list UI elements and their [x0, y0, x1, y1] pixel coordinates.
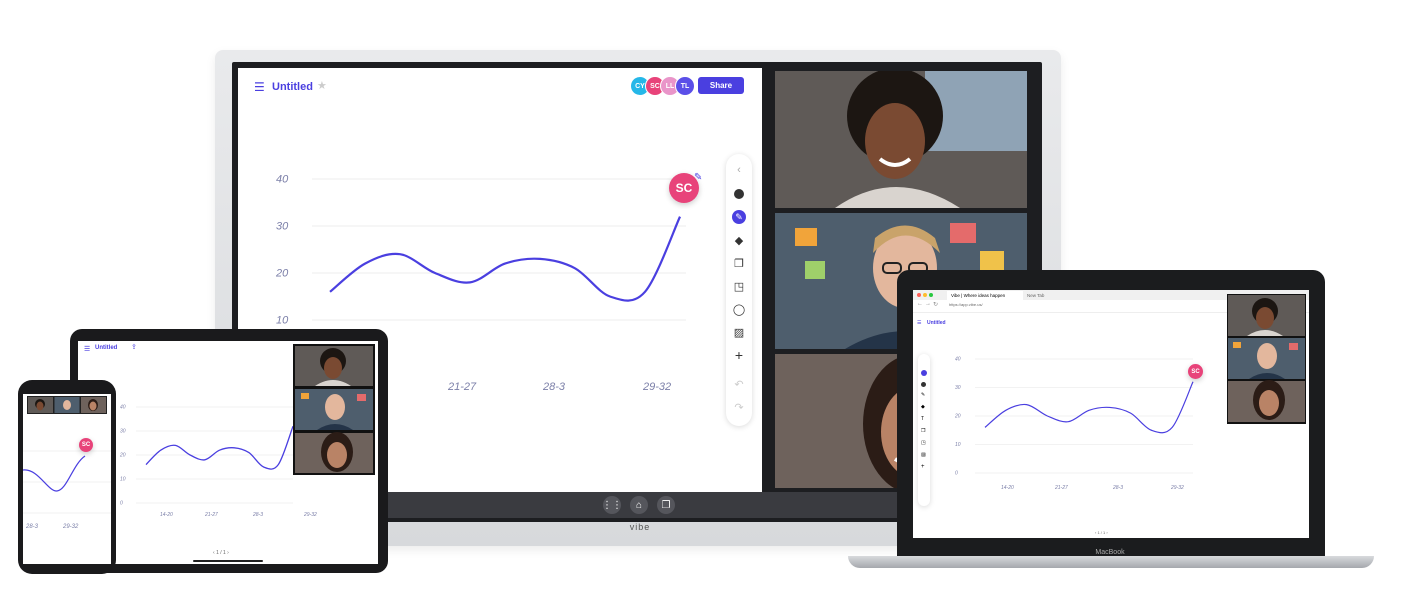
- x-tick-label: 28-3: [542, 381, 566, 393]
- y-tick-label: 20: [119, 453, 126, 459]
- y-tick-label: 30: [276, 221, 289, 233]
- collapse-icon[interactable]: ‹: [731, 162, 747, 178]
- x-tick-label: 29-32: [303, 512, 317, 518]
- y-tick-label: 30: [955, 385, 961, 391]
- y-tick-label: 10: [276, 315, 289, 327]
- y-tick-label: 10: [955, 442, 961, 448]
- color-icon[interactable]: [921, 382, 926, 387]
- apps-icon[interactable]: ⋮⋮: [602, 496, 622, 514]
- x-tick-label: 21-27: [204, 512, 218, 518]
- x-tick-label: 14-20: [160, 512, 173, 518]
- add-icon[interactable]: +: [921, 464, 925, 470]
- text-icon[interactable]: T: [921, 416, 924, 422]
- cursor-user-badge: SC: [1188, 364, 1203, 379]
- x-tick-label: 21-27: [447, 381, 477, 393]
- y-tick-label: 20: [954, 414, 961, 420]
- y-tick-label: 10: [120, 477, 126, 483]
- highlighter-icon[interactable]: ◆: [921, 404, 925, 410]
- pointer-icon[interactable]: [921, 370, 927, 376]
- display-brand: vibe: [629, 522, 651, 532]
- page-indicator[interactable]: ‹ 1 / 1 ›: [213, 550, 229, 556]
- tool-palette: ‹ ✎ ◆ ❐ ◳ ◯ ▨ + ↶ ↷: [726, 154, 752, 426]
- add-icon[interactable]: +: [731, 347, 747, 363]
- lasso-icon[interactable]: ◯: [731, 301, 747, 317]
- window-icon[interactable]: ❐: [657, 496, 675, 514]
- x-tick-label: 21-27: [1054, 485, 1068, 491]
- pen-icon[interactable]: ✎: [921, 392, 925, 398]
- y-tick-label: 20: [275, 268, 289, 280]
- cursor-user-badge: SC: [79, 438, 93, 452]
- home-indicator: [193, 560, 263, 562]
- y-tick-label: 0: [955, 471, 958, 477]
- y-tick-label: 0: [120, 501, 123, 507]
- tablet-video-panel: [293, 344, 375, 475]
- page-indicator[interactable]: ‹ 1 / 1 ›: [1095, 530, 1108, 535]
- home-icon[interactable]: ⌂: [630, 496, 648, 514]
- laptop-screen: Vibe | Where ideas happen New Tab ← → ↻ …: [913, 290, 1309, 538]
- phone-chart: 28-3 29-32: [23, 450, 111, 530]
- highlighter-icon[interactable]: ◆: [731, 232, 747, 248]
- x-tick-label: 28-3: [1112, 485, 1123, 491]
- laptop-video-panel: [1227, 294, 1306, 424]
- x-tick-label: 28-3: [25, 524, 39, 530]
- x-tick-label: 29-32: [62, 524, 79, 530]
- video-tile-1: [775, 71, 1027, 208]
- shape-icon[interactable]: ◳: [731, 278, 747, 294]
- pen-icon[interactable]: ✎: [731, 209, 747, 225]
- redo-icon[interactable]: ↷: [731, 399, 747, 415]
- y-tick-label: 40: [955, 357, 961, 363]
- undo-icon[interactable]: ↶: [731, 376, 747, 392]
- pencil-icon: ✎: [694, 172, 703, 183]
- tool-palette: ✎ ◆ T ❐ ◳ ▨ +: [918, 354, 930, 506]
- y-tick-label: 30: [120, 429, 126, 435]
- x-tick-label: 29-32: [642, 381, 671, 393]
- image-icon[interactable]: ▨: [731, 324, 747, 340]
- image-icon[interactable]: ▨: [921, 452, 926, 458]
- y-tick-label: 40: [276, 174, 289, 186]
- x-tick-label: 14-20: [1001, 485, 1014, 491]
- laptop-brand: MacBook: [1095, 549, 1125, 556]
- copy-icon[interactable]: ❐: [921, 428, 925, 434]
- laptop-base: [848, 556, 1374, 568]
- series-line: [329, 216, 681, 302]
- x-tick-label: 29-32: [1170, 485, 1184, 491]
- copy-icon[interactable]: ❐: [731, 255, 747, 271]
- shape-icon[interactable]: ◳: [921, 440, 926, 446]
- x-tick-label: 28-3: [252, 512, 263, 518]
- phone-screen: 28-3 29-32 SC: [23, 394, 111, 564]
- color-icon[interactable]: [731, 186, 747, 202]
- y-tick-label: 40: [120, 405, 126, 411]
